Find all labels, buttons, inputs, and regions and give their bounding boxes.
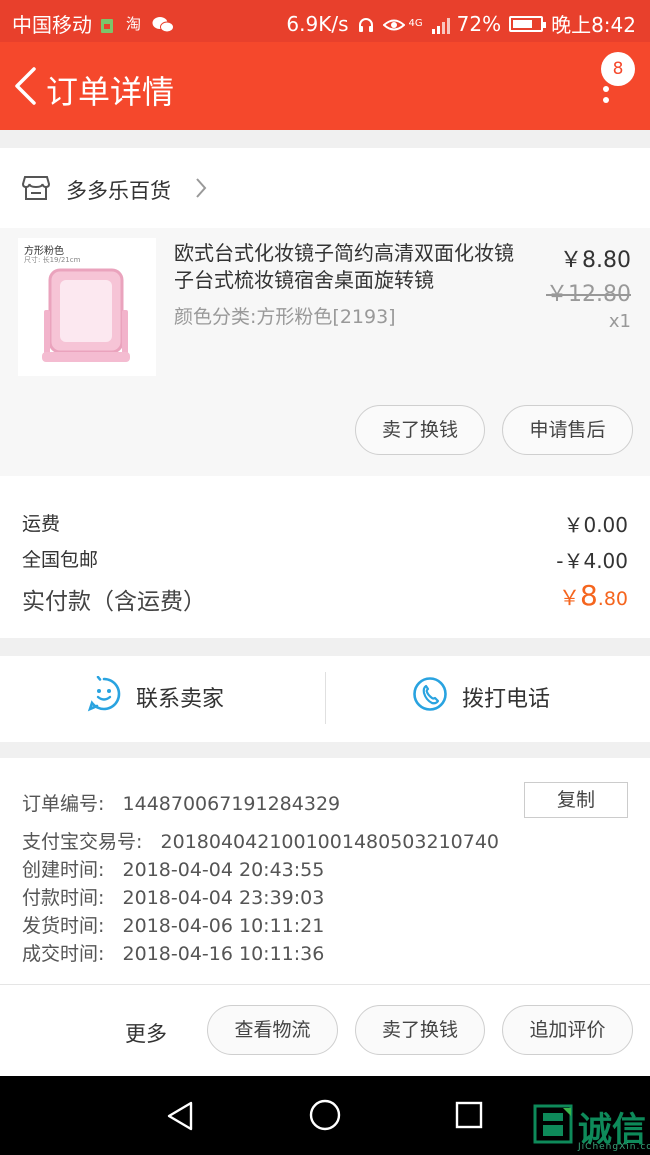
- completed-value: 2018-04-16 10:11:36: [122, 943, 325, 965]
- order-number-row: 订单编号: 144870067191284329: [22, 789, 340, 816]
- headset-icon: [357, 15, 375, 33]
- taobao-icon: 淘: [126, 14, 142, 33]
- chat-face-icon: [86, 675, 122, 718]
- chevron-left-icon[interactable]: [12, 66, 38, 106]
- order-number-value: 144870067191284329: [122, 793, 341, 815]
- copy-button[interactable]: 复制: [524, 782, 628, 818]
- shipping-value: ￥0.00: [563, 513, 628, 537]
- mirror-image: [42, 268, 130, 362]
- shipped-value: 2018-04-06 10:11:21: [122, 915, 325, 937]
- phone-icon: [412, 676, 448, 718]
- sim-icon: [100, 15, 118, 33]
- alipay-label: 支付宝交易号:: [22, 831, 143, 853]
- notification-badge: 8: [601, 52, 635, 86]
- product-original-price: ￥12.80: [546, 282, 631, 307]
- shipped-row: 发货时间: 2018-04-06 10:11:21: [22, 911, 324, 938]
- alipay-row: 支付宝交易号: 2018040421001001480503210740: [22, 827, 499, 854]
- free-shipping-label: 全国包邮: [22, 549, 99, 571]
- product-spec: 颜色分类:方形粉色[2193]: [174, 306, 396, 328]
- square-recent-icon[interactable]: [454, 1100, 484, 1134]
- view-logistics-button[interactable]: 查看物流: [207, 1005, 338, 1055]
- clock: 晚上8:42: [551, 13, 636, 37]
- call-phone-button[interactable]: 拨打电话: [412, 676, 550, 718]
- contact-seller-button[interactable]: 联系卖家: [86, 675, 225, 718]
- battery-icon: [509, 15, 547, 32]
- page-title: 订单详情: [46, 73, 175, 111]
- completed-label: 成交时间:: [22, 943, 105, 965]
- paid-label: 实付款（含运费）: [22, 589, 206, 615]
- contact-seller-label: 联系卖家: [136, 687, 225, 712]
- signal-label: 4G: [408, 17, 423, 29]
- action-bar: 更多 查看物流 卖了换钱 追加评价: [0, 984, 650, 1076]
- more-vertical-icon[interactable]: [596, 80, 616, 140]
- paid-amount: ￥8.80: [559, 579, 628, 612]
- paid-time-value: 2018-04-04 23:39:03: [122, 887, 325, 909]
- paid-time-row: 付款时间: 2018-04-04 23:39:03: [22, 883, 324, 910]
- contact-bar: 联系卖家 拨打电话: [0, 656, 650, 742]
- triangle-back-icon[interactable]: [165, 1100, 195, 1136]
- store-name: 多多乐百货: [66, 179, 171, 203]
- network-speed: 6.9K/s: [286, 11, 349, 36]
- free-shipping-value: -￥4.00: [556, 549, 628, 573]
- created-value: 2018-04-04 20:43:55: [122, 859, 325, 881]
- contact-divider: [325, 672, 326, 724]
- paid-currency: ￥: [558, 586, 580, 610]
- paid-decimal: .80: [597, 588, 628, 610]
- product-thumbnail[interactable]: 方形粉色 尺寸: 长19/21cm: [18, 238, 156, 376]
- eye-icon: [382, 15, 405, 33]
- created-row: 创建时间: 2018-04-04 20:43:55: [22, 855, 324, 882]
- store-icon: [21, 175, 51, 201]
- chevron-right-icon: [193, 176, 209, 200]
- add-review-button[interactable]: 追加评价: [502, 1005, 633, 1055]
- order-info: 订单编号: 144870067191284329 复制 支付宝交易号: 2018…: [0, 758, 650, 984]
- fee-summary: 运费 ￥0.00 全国包邮 -￥4.00 实付款（含运费） ￥8.80: [0, 476, 650, 638]
- circle-home-icon[interactable]: [308, 1098, 342, 1136]
- alipay-value: 2018040421001001480503210740: [160, 831, 500, 853]
- status-bar: 中国移动 淘 6.9K/s 4G 72% 晚上8:42: [0, 0, 650, 42]
- shipping-label: 运费: [22, 513, 61, 535]
- order-number-label: 订单编号:: [22, 793, 105, 815]
- sell-again-button[interactable]: 卖了换钱: [355, 1005, 485, 1055]
- product-quantity: x1: [608, 311, 631, 332]
- sell-button[interactable]: 卖了换钱: [355, 405, 485, 455]
- product-title[interactable]: 欧式台式化妆镜子简约高清双面化妆镜子台式梳妆镜宿舍桌面旋转镜: [174, 240, 529, 294]
- call-phone-label: 拨打电话: [462, 687, 551, 712]
- system-nav-bar: 诚信 JiChengXin.com: [0, 1076, 650, 1155]
- store-row[interactable]: 多多乐百货: [0, 148, 650, 228]
- shipped-label: 发货时间:: [22, 915, 105, 937]
- product-price: ￥8.80: [560, 248, 631, 273]
- created-label: 创建时间:: [22, 859, 105, 881]
- title-bar: 订单详情 8: [0, 42, 650, 130]
- paid-integer: 8: [579, 579, 598, 612]
- wechat-icon: [152, 15, 174, 33]
- battery-percent: 72%: [456, 11, 502, 36]
- signal-icon: [431, 15, 450, 34]
- after-sale-button[interactable]: 申请售后: [502, 405, 633, 455]
- more-button[interactable]: 更多: [125, 1018, 167, 1048]
- paid-time-label: 付款时间:: [22, 887, 105, 909]
- watermark-url: JiChengXin.com: [578, 1142, 650, 1152]
- completed-row: 成交时间: 2018-04-16 10:11:36: [22, 939, 324, 966]
- watermark-logo-icon: [533, 1104, 573, 1144]
- product-card[interactable]: 方形粉色 尺寸: 长19/21cm 欧式台式化妆镜子简约高清双面化妆镜子台式梳妆…: [0, 228, 650, 476]
- carrier-label: 中国移动: [12, 13, 92, 37]
